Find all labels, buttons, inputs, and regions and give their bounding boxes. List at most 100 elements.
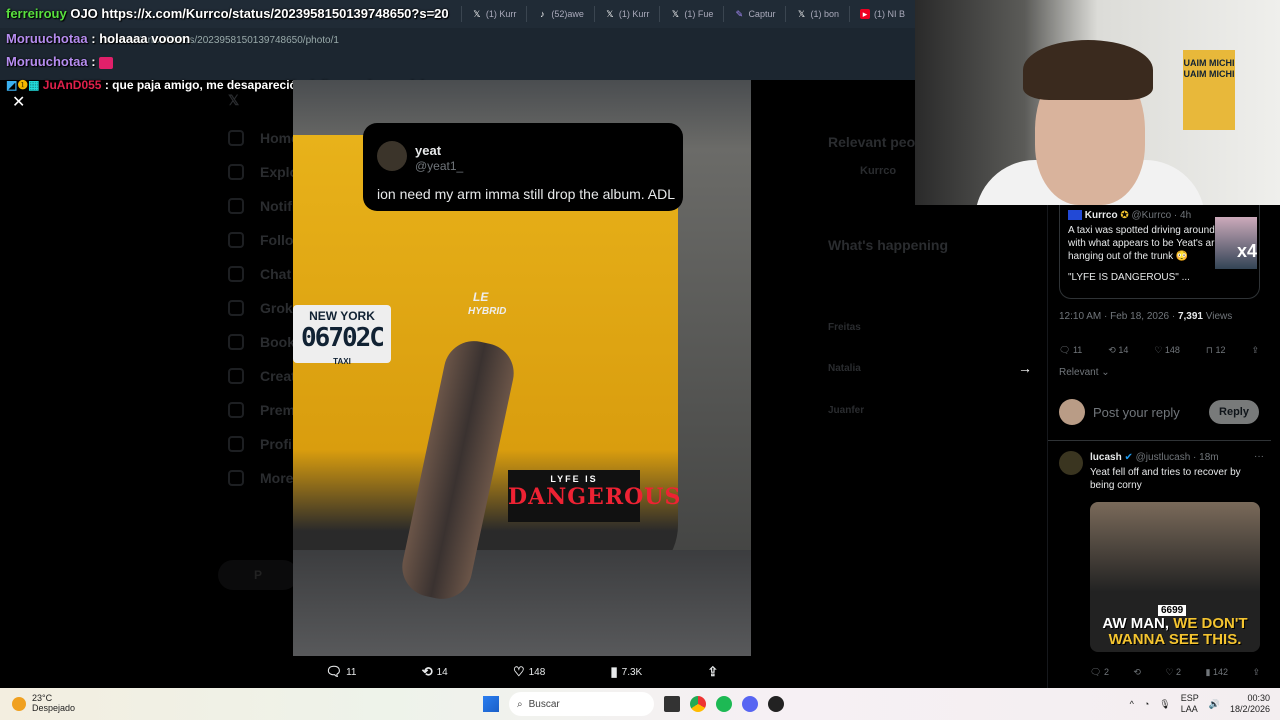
share-icon[interactable]: ⇪ xyxy=(1252,667,1260,678)
next-photo-arrow-icon[interactable]: → xyxy=(1018,360,1032,376)
share-icon: ⇪ xyxy=(707,664,719,679)
browser-tab[interactable]: 𝕏 (1) bon xyxy=(785,6,849,22)
volume-icon[interactable]: 🔊 xyxy=(1209,699,1220,710)
nav-icon xyxy=(228,232,244,248)
browser-tab[interactable]: ✎ Captur xyxy=(723,6,785,22)
tweet-detail-panel: Kurrco ✪ @Kurrco · 4h A taxi was spotted… xyxy=(1047,205,1271,688)
clock[interactable]: 00:30 18/2/2026 xyxy=(1230,693,1270,715)
post-meta: 12:10 AM · Feb 18, 2026 · 7,391 Views xyxy=(1059,311,1233,322)
discord-icon[interactable] xyxy=(742,696,758,712)
verified-icon: ✪ xyxy=(1120,210,1129,221)
relevant-people-heading: Relevant peo xyxy=(828,134,916,150)
quote-text: "LYFE IS DANGEROUS" ... xyxy=(1068,272,1190,283)
post-actions: 🗨 11 ⟲ 14 ♡ 148 ⊓ 12 ⇪ xyxy=(1059,345,1259,356)
x-icon: 𝕏 xyxy=(473,9,481,19)
comment-image[interactable]: 6699 AW MAN, WE DON'T WANNA SEE THIS. xyxy=(1090,502,1260,652)
sidebar-item[interactable]: Notifi xyxy=(228,198,296,214)
nav-icon xyxy=(228,436,244,452)
reply-icon: 🗨 xyxy=(325,664,343,679)
nav-icon xyxy=(228,164,244,180)
browser-toolbar xyxy=(0,54,915,80)
app-icon[interactable] xyxy=(768,696,784,712)
sidebar-item[interactable]: Creat xyxy=(228,368,296,384)
reply-button[interactable]: 🗨 2 xyxy=(1090,667,1109,678)
search-box[interactable]: ⌕ Buscar xyxy=(509,692,654,716)
start-button[interactable] xyxy=(483,696,499,712)
file-explorer-icon[interactable] xyxy=(664,696,680,712)
language-indicator[interactable]: ESP LAA xyxy=(1181,693,1199,715)
chevron-up-icon[interactable]: ^ xyxy=(1130,699,1134,709)
avatar xyxy=(1059,399,1085,425)
sidebar-item[interactable]: Chat xyxy=(228,266,291,282)
relevant-person: Kurrco xyxy=(860,165,897,177)
views-button[interactable]: ▮ 7.3K xyxy=(610,664,642,680)
divider xyxy=(1048,440,1271,441)
quoted-tweet[interactable]: Kurrco ✪ @Kurrco · 4h A taxi was spotted… xyxy=(1059,205,1260,299)
sidebar-item[interactable]: Home xyxy=(228,130,299,146)
nav-icon xyxy=(228,266,244,282)
post-button[interactable]: P xyxy=(218,560,298,590)
author-handle: @yeat1_ xyxy=(415,159,464,173)
tweet-text: ion need my arm imma still drop the albu… xyxy=(377,186,676,202)
repost-button[interactable]: ⟲ 14 xyxy=(422,664,448,680)
reply-input[interactable]: Post your reply xyxy=(1093,405,1201,420)
weather-icon xyxy=(12,697,26,711)
hybrid-badge: HYBRID xyxy=(468,306,507,317)
spotify-icon[interactable] xyxy=(716,696,732,712)
close-icon[interactable]: ✕ xyxy=(12,92,25,112)
verified-icon: ✔ xyxy=(1124,452,1133,463)
trend-item: Natalia xyxy=(828,363,861,374)
emote-icon xyxy=(99,56,114,69)
mic-icon[interactable]: 🎙 xyxy=(1159,699,1170,710)
reply-button[interactable]: 🗨 11 xyxy=(1059,345,1082,356)
browser-tab[interactable]: 𝕏 (1) Fue xyxy=(659,6,723,22)
repost-button[interactable]: ⟲ 14 xyxy=(1108,345,1128,356)
youtube-icon: ▸ xyxy=(859,9,870,19)
like-button[interactable]: ♡ 2 xyxy=(1165,667,1181,678)
x-icon: 𝕏 xyxy=(797,9,806,19)
share-icon[interactable]: ⇪ xyxy=(1251,345,1259,356)
comment-actions: 🗨 2 ⟲ ♡ 2 ▮ 142 ⇪ xyxy=(1090,667,1260,678)
tiktok-icon: ♪ xyxy=(540,9,545,19)
sidebar-item[interactable]: Profil xyxy=(228,436,296,452)
like-button[interactable]: ♡ 148 xyxy=(1154,345,1180,356)
sticker: LYFE IS DANGEROUS xyxy=(508,470,680,522)
photo-actions: 🗨 11 ⟲ 14 ♡ 148 ▮ 7.3K ⇪ xyxy=(293,662,751,682)
reply-button[interactable]: Reply xyxy=(1209,400,1259,424)
badge-icon: ❶ xyxy=(17,78,29,92)
nav-icon xyxy=(228,470,244,486)
browser-tab[interactable]: 𝕏 (1) Kurr xyxy=(460,6,527,22)
like-button[interactable]: ♡ 148 xyxy=(513,664,545,680)
browser-tab[interactable]: ▸ (1) NI B xyxy=(848,6,915,22)
quote-media: x4 xyxy=(1215,217,1257,269)
sidebar-item[interactable]: Premi xyxy=(228,402,299,418)
more-icon[interactable]: ··· xyxy=(1254,451,1264,462)
repost-icon: ⟲ xyxy=(421,664,433,679)
comment-text: Yeat fell off and tries to recover by be… xyxy=(1090,467,1241,491)
author-name: yeat xyxy=(415,143,442,158)
chat-message: Moruuchotaa : holaaaa vooon xyxy=(6,31,191,46)
repost-button[interactable]: ⟲ xyxy=(1133,667,1141,678)
chrome-icon[interactable] xyxy=(690,696,706,712)
heart-icon: ♡ xyxy=(512,664,525,679)
x-logo-icon: 𝕏 xyxy=(228,92,240,108)
trend-item: Freitas xyxy=(828,322,861,333)
browser-tab[interactable]: 𝕏 (1) Kurr xyxy=(593,6,660,22)
network-icon[interactable]: ◔ xyxy=(1144,699,1149,709)
nav-icon xyxy=(228,334,244,350)
badge-icon: ▦ xyxy=(28,78,40,92)
share-button[interactable]: ⇪ xyxy=(707,664,718,680)
sidebar-item[interactable]: More xyxy=(228,470,293,486)
bookmark-button[interactable]: ⊓ 12 xyxy=(1206,345,1226,356)
chevron-down-icon: ⌄ xyxy=(1101,367,1110,378)
sort-dropdown[interactable]: Relevant ⌄ xyxy=(1059,367,1110,378)
webcam-overlay: UAIM MICHI UAIM MICHI xyxy=(915,0,1280,205)
feather-icon: ✎ xyxy=(735,9,744,19)
weather-widget[interactable]: 23°C Despejado xyxy=(12,693,75,713)
avatar xyxy=(377,141,407,171)
reply-button[interactable]: 🗨 11 xyxy=(326,664,357,680)
sidebar-item[interactable]: Grok xyxy=(228,300,293,316)
search-icon: ⌕ xyxy=(517,698,523,710)
browser-tab[interactable]: ♪ (52)awe xyxy=(526,6,594,22)
views-button[interactable]: ▮ 142 xyxy=(1206,667,1228,678)
